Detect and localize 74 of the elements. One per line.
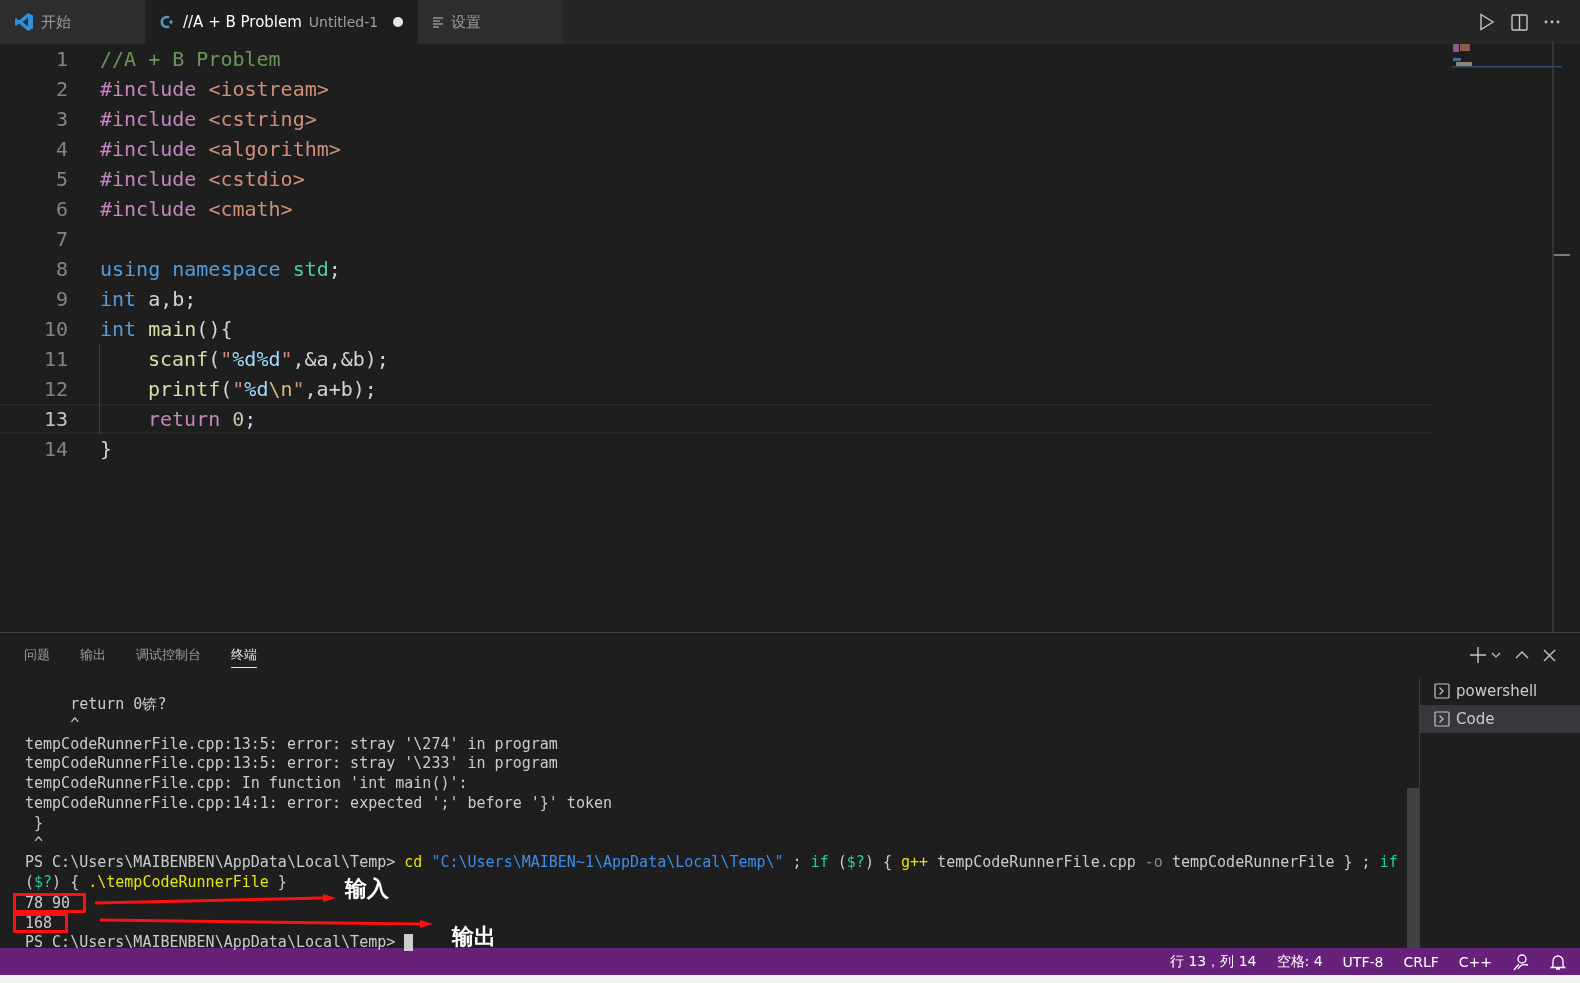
status-item[interactable]: C++ — [1458, 953, 1492, 970]
code-line: using namespace std; — [99, 256, 341, 283]
status-item[interactable]: UTF-8 — [1342, 953, 1384, 970]
panel-tab[interactable]: 调试控制台 — [136, 642, 201, 668]
chevron-down-icon[interactable] — [1491, 652, 1501, 658]
bell-icon[interactable] — [1550, 952, 1566, 971]
code-line: #include <cmath> — [99, 196, 293, 223]
run-icon[interactable] — [1479, 13, 1495, 31]
terminal-text: 168 — [13, 912, 69, 933]
annotation-label: 输出 — [452, 926, 496, 947]
code-line: #include <cstdio> — [99, 166, 305, 193]
status-item[interactable]: 行 13，列 14 — [1169, 952, 1257, 971]
code-line: int a,b; — [99, 286, 197, 313]
code-line: #include <algorithm> — [99, 136, 341, 163]
code-line: #include <iostream> — [99, 76, 329, 103]
split-editor-icon[interactable] — [1511, 13, 1528, 31]
terminal-text: PS C:\Users\MAIBENBEN\AppData\Local\Temp> — [25, 932, 397, 953]
line-number: 11 — [42, 347, 69, 371]
code-line: printf("%d\n",a+b); — [99, 374, 377, 404]
line-number: 6 — [54, 197, 69, 221]
terminal-list-item[interactable]: powershell — [1420, 677, 1580, 705]
terminal-text: tempCodeRunnerFile.cpp:13:5: error: stray '\233' in program — [25, 754, 558, 775]
line-number: 14 — [42, 437, 69, 461]
tab-description: Untitled-1 — [308, 14, 379, 30]
line-number: 2 — [54, 77, 69, 101]
code-line: scanf("%d%d",&a,&b); — [99, 344, 389, 374]
line-number: 5 — [54, 167, 69, 191]
plus-icon[interactable] — [1469, 646, 1487, 664]
editor-tab[interactable]: 设置 — [418, 0, 565, 44]
terminal-text: ($?) { .\tempCodeRunnerFile } — [25, 873, 287, 893]
feedback-icon[interactable] — [1512, 952, 1530, 971]
code-line: //A + B Problem — [99, 46, 281, 73]
cpp-file-icon — [160, 14, 176, 30]
chevron-up-icon[interactable] — [1515, 651, 1529, 659]
line-number: 8 — [54, 257, 69, 281]
terminal-text: tempCodeRunnerFile.cpp:14:1: error: expected ';' before '}' token — [25, 794, 612, 814]
terminal-icon — [1434, 683, 1450, 699]
line-number: 13 — [42, 407, 69, 431]
arrow-icon — [100, 916, 434, 929]
terminal-text: tempCodeRunnerFile.cpp: In function 'int main()': — [25, 774, 468, 794]
line-number: 7 — [54, 227, 69, 251]
arrow-icon — [95, 892, 337, 905]
status-item[interactable]: CRLF — [1403, 953, 1439, 970]
scrollbar-thumb[interactable] — [1407, 788, 1419, 948]
terminal-text: ^ — [69, 714, 80, 735]
code-line: return 0; — [99, 404, 257, 434]
annotation-label: 输入 — [345, 878, 389, 899]
panel-tab[interactable]: 问题 — [24, 642, 50, 668]
panel-tab[interactable]: 终端 — [231, 642, 257, 668]
terminal-text: tempCodeRunnerFile.cpp:13:5: error: stray '\274' in program — [25, 734, 558, 755]
line-number: 10 — [42, 317, 69, 341]
terminal-list-item[interactable]: Code — [1420, 705, 1580, 733]
editor-tab[interactable]: //A + B Problem Untitled-1 — [146, 0, 419, 44]
code-logo-icon — [14, 12, 34, 32]
terminal-text: } — [33, 813, 44, 834]
code-line: } — [99, 436, 113, 463]
close-icon[interactable] — [1543, 648, 1556, 662]
more-icon[interactable] — [1544, 20, 1560, 24]
code-line: #include <cstring> — [99, 106, 317, 133]
panel-tab[interactable]: 输出 — [80, 642, 106, 668]
lines-icon — [432, 16, 445, 28]
line-number: 4 — [54, 137, 69, 161]
code-line: int main(){ — [99, 316, 233, 343]
status-item[interactable]: 空格: 4 — [1276, 952, 1323, 971]
terminal-text: PS C:\Users\MAIBENBEN\AppData\Local\Temp> cd "C:\Users\MAIBEN~1\AppData\Local\Temp\" ; if ($?) { g++ tempCodeRunnerFile.cpp -o tempCodeRunnerFile } ; if — [25, 853, 1398, 874]
editor-tab[interactable]: 开始 — [0, 0, 146, 44]
terminal-text: return 0锛? — [69, 695, 167, 715]
line-number: 12 — [42, 377, 69, 401]
line-number: 9 — [54, 287, 69, 311]
terminal-text: ^ — [33, 833, 44, 854]
line-number: 3 — [54, 107, 69, 131]
terminal-icon — [1434, 711, 1450, 727]
line-number: 1 — [54, 47, 69, 71]
terminal-text: 78 90 — [13, 892, 87, 913]
